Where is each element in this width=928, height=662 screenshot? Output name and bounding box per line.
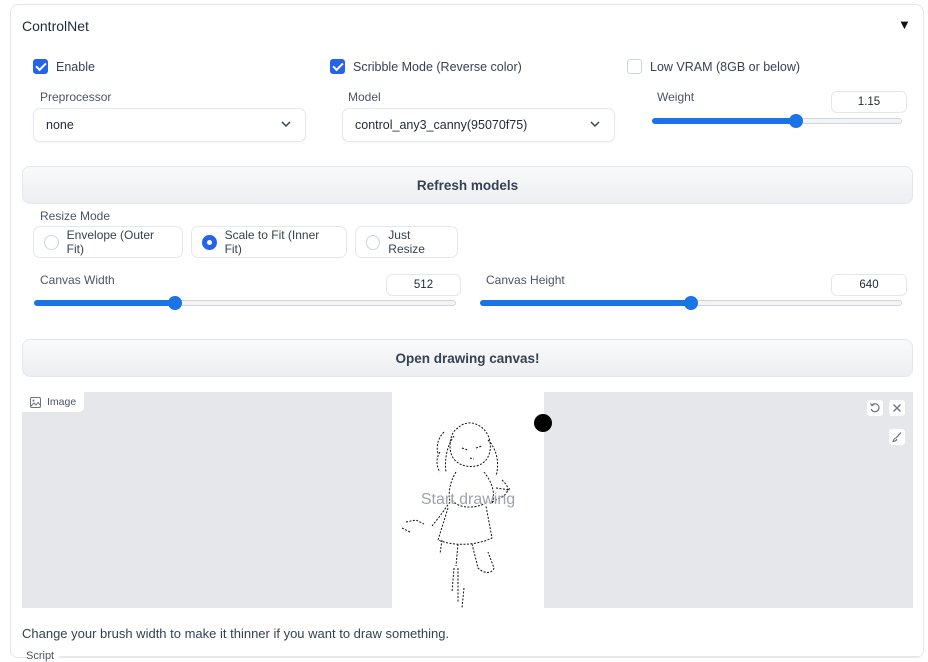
model-label: Model bbox=[348, 90, 381, 104]
open-drawing-canvas-button[interactable]: Open drawing canvas! bbox=[22, 339, 913, 377]
radio-dot[interactable] bbox=[366, 234, 381, 250]
weight-slider-fill bbox=[652, 118, 796, 124]
weight-label: Weight bbox=[657, 90, 695, 104]
preprocessor-value: none bbox=[46, 118, 74, 132]
enable-checkbox[interactable]: Enable bbox=[33, 59, 95, 74]
image-label: Image bbox=[47, 396, 77, 408]
model-dropdown[interactable]: control_any3_canny(95070f75) bbox=[342, 108, 615, 142]
canvas-height-slider-thumb[interactable] bbox=[684, 296, 698, 310]
weight-number-input[interactable]: 1.15 bbox=[831, 91, 907, 113]
weight-slider-thumb[interactable] bbox=[788, 114, 803, 128]
image-icon bbox=[30, 396, 41, 408]
model-value: control_any3_canny(95070f75) bbox=[355, 118, 528, 132]
refresh-models-button[interactable]: Refresh models bbox=[22, 166, 913, 204]
resize-option-label: Scale to Fit (Inner Fit) bbox=[224, 228, 320, 256]
canvas-width-label: Canvas Width bbox=[40, 273, 115, 287]
canvas-height-slider-fill bbox=[480, 300, 691, 306]
brush-cursor bbox=[534, 414, 552, 432]
preprocessor-dropdown[interactable]: none bbox=[33, 108, 306, 142]
close-icon[interactable] bbox=[888, 399, 906, 417]
enable-label: Enable bbox=[56, 59, 95, 74]
panel-title[interactable]: ControlNet bbox=[22, 18, 89, 34]
scribble-mode-checkbox[interactable]: Scribble Mode (Reverse color) bbox=[330, 59, 522, 74]
low-vram-label: Low VRAM (8GB or below) bbox=[650, 59, 801, 74]
radio-dot-selected[interactable] bbox=[202, 234, 217, 250]
low-vram-check-box[interactable] bbox=[627, 59, 642, 74]
canvas-width-slider-fill bbox=[34, 300, 175, 306]
scribble-label: Scribble Mode (Reverse color) bbox=[353, 59, 522, 74]
canvas-height-number-input[interactable]: 640 bbox=[831, 274, 907, 296]
script-label: Script bbox=[26, 650, 59, 662]
chevron-down-icon bbox=[590, 121, 600, 128]
scribble-check-box[interactable] bbox=[330, 59, 345, 74]
resize-option-envelope[interactable]: Envelope (Outer Fit) bbox=[33, 226, 183, 258]
start-drawing-placeholder: Start drawing bbox=[420, 491, 516, 508]
weight-slider[interactable] bbox=[652, 113, 902, 129]
triangle-down-icon[interactable]: ▼ bbox=[898, 17, 911, 32]
resize-option-just-resize[interactable]: Just Resize bbox=[355, 226, 458, 258]
canvas-height-label: Canvas Height bbox=[486, 273, 565, 287]
canvas-height-slider[interactable] bbox=[480, 295, 902, 311]
chevron-down-icon bbox=[281, 121, 291, 128]
low-vram-checkbox[interactable]: Low VRAM (8GB or below) bbox=[627, 59, 800, 74]
resize-option-label: Just Resize bbox=[388, 228, 425, 256]
radio-dot[interactable] bbox=[44, 234, 59, 250]
preprocessor-label: Preprocessor bbox=[40, 90, 112, 104]
enable-check-box[interactable] bbox=[33, 59, 48, 74]
canvas-width-slider-thumb[interactable] bbox=[167, 296, 182, 310]
resize-option-scale-to-fit[interactable]: Scale to Fit (Inner Fit) bbox=[191, 226, 347, 258]
canvas-width-slider[interactable] bbox=[34, 295, 456, 311]
canvas-width-number-input[interactable]: 512 bbox=[386, 274, 461, 296]
resize-option-label: Envelope (Outer Fit) bbox=[66, 228, 155, 256]
undo-icon[interactable] bbox=[866, 399, 884, 417]
brush-icon[interactable] bbox=[888, 428, 906, 446]
image-label-tag: Image bbox=[22, 392, 86, 413]
resize-mode-label: Resize Mode bbox=[40, 209, 111, 223]
script-divider bbox=[60, 656, 920, 657]
brush-width-note: Change your brush width to make it thinn… bbox=[22, 626, 450, 641]
